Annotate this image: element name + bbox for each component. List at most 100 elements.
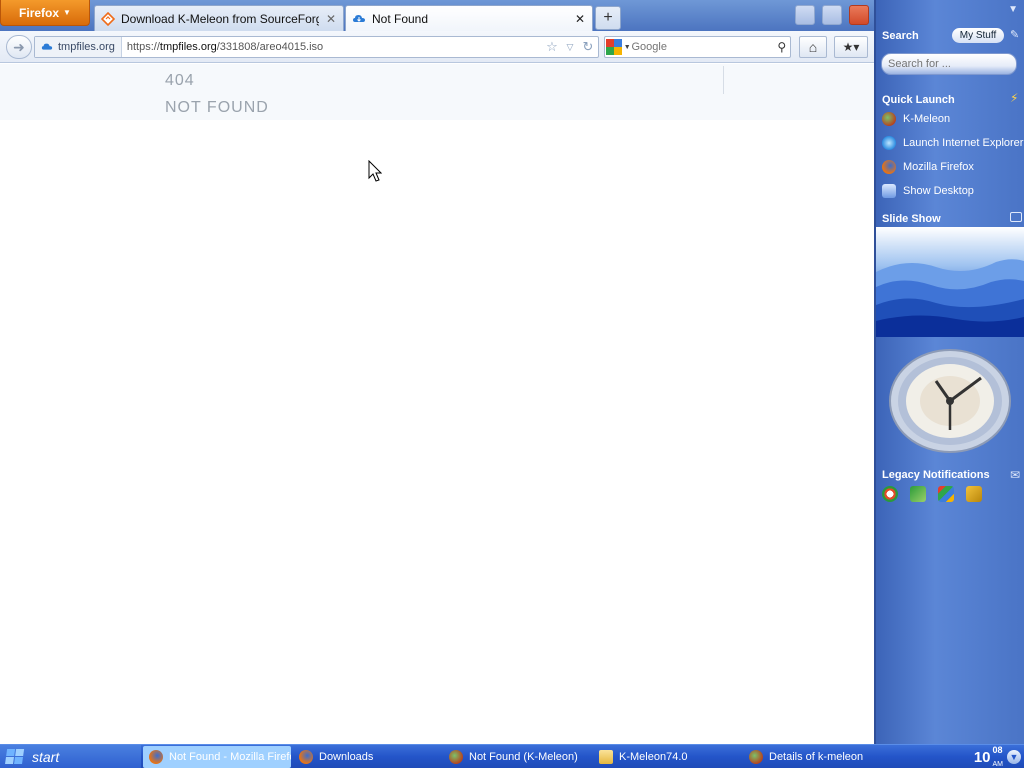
windows-logo-icon [5, 749, 25, 765]
folder-icon [599, 750, 613, 764]
cloud-icon [41, 41, 53, 53]
browser-window: Firefox ▼ Download K-Meleon from SourceF… [0, 0, 874, 744]
navigation-bar: ➜ tmpfiles.org https://tmpfiles.org/3318… [0, 31, 874, 63]
quick-launch-label: Mozilla Firefox [903, 161, 974, 173]
clock-minute-block: 08 AM [993, 746, 1004, 768]
divider [723, 66, 724, 94]
start-button[interactable]: start [0, 745, 141, 768]
windows-update-icon[interactable] [938, 486, 954, 502]
dropdown-arrow-icon: ▼ [623, 43, 631, 51]
taskbar-item-downloads[interactable]: Downloads [293, 746, 439, 768]
maximize-button[interactable] [822, 5, 842, 25]
tab-label: Not Found [372, 11, 429, 26]
desktop-icon [882, 184, 896, 198]
slideshow-title: Slide Show [882, 213, 941, 225]
clock-minutes: 08 [992, 745, 1003, 755]
mouse-cursor-icon [368, 160, 382, 182]
taskbar: start Not Found - Mozilla Firefox Downlo… [0, 744, 1024, 768]
star-icon[interactable]: ☆ [544, 39, 560, 55]
identity-label: tmpfiles.org [58, 41, 115, 53]
camera-icon[interactable] [1010, 212, 1022, 222]
error-message: NOT FOUND [165, 99, 269, 116]
my-stuff-button[interactable]: My Stuff [952, 28, 1004, 43]
close-icon[interactable]: ✕ [574, 12, 586, 26]
sidebar-search-input[interactable] [881, 53, 1017, 75]
taskbar-item-folder[interactable]: K-Meleon74.0 [593, 746, 741, 768]
windows-sidebar: ▼ Search My Stuff ✎ Quick Launch ⚡ K-Mel… [874, 0, 1024, 744]
firefox-icon [299, 750, 313, 764]
firefox-menu-button[interactable]: Firefox ▼ [0, 0, 90, 26]
ie-icon [882, 136, 896, 150]
url-bar[interactable]: tmpfiles.org https://tmpfiles.org/331808… [34, 36, 599, 58]
slideshow-image[interactable] [876, 227, 1024, 337]
kmeleon-icon [449, 750, 463, 764]
analog-clock-icon [889, 349, 1011, 453]
security-key-icon[interactable] [966, 486, 982, 502]
history-dropdown-icon[interactable]: ▽ [562, 42, 578, 53]
close-window-button[interactable] [849, 5, 869, 25]
clock-hour: 10 [973, 748, 991, 766]
sourceforge-icon [100, 11, 116, 26]
url-text[interactable]: https://tmpfiles.org/331808/areo4015.iso [122, 41, 544, 53]
taskbar-item-kmeleon[interactable]: Not Found (K-Meleon) [443, 746, 591, 768]
page-content: 404 NOT FOUND [0, 64, 874, 744]
tab-sourceforge[interactable]: Download K-Meleon from SourceForge.net ✕ [94, 5, 344, 31]
url-path: /331808/areo4015.iso [216, 41, 324, 53]
quick-launch-firefox[interactable]: Mozilla Firefox [882, 157, 1024, 177]
quick-launch-title: Quick Launch [882, 94, 955, 106]
close-icon[interactable]: ✕ [325, 12, 337, 26]
quick-launch-label: K-Meleon [903, 113, 951, 125]
reload-icon[interactable]: ↻ [580, 39, 596, 55]
firefox-icon [882, 160, 896, 174]
clock-ampm: AM [992, 761, 1004, 768]
taskbar-item-firefox[interactable]: Not Found - Mozilla Firefox [143, 746, 291, 768]
legacy-notifications-title: Legacy Notifications [882, 469, 990, 481]
quick-launch-kmeleon[interactable]: K-Meleon [882, 109, 1024, 129]
firefox-menu-label: Firefox [19, 5, 60, 20]
start-label: start [32, 749, 60, 765]
cloud-icon [352, 12, 366, 26]
task-label: Not Found - Mozilla Firefox [169, 751, 291, 763]
quick-launch-show-desktop[interactable]: Show Desktop [882, 181, 1024, 201]
home-button[interactable]: ⌂ [799, 36, 827, 58]
site-identity-button[interactable]: tmpfiles.org [35, 37, 122, 57]
system-tray: 10 08 AM ▼ [968, 745, 1024, 768]
task-label: Not Found (K-Meleon) [469, 751, 578, 763]
bookmarks-icon: ★▾ [842, 40, 860, 54]
task-label: Downloads [319, 751, 374, 763]
wrench-icon[interactable]: ✎ [1010, 28, 1019, 41]
title-bar: Firefox ▼ Download K-Meleon from SourceF… [0, 0, 874, 31]
kmeleon-icon [749, 750, 763, 764]
back-button[interactable]: ➜ [6, 35, 32, 59]
antivirus-icon[interactable] [882, 486, 898, 502]
bookmarks-button[interactable]: ★▾ [834, 36, 868, 58]
kmeleon-icon [882, 112, 896, 126]
quick-launch-label: Launch Internet Explorer Browser [903, 137, 1024, 149]
network-icon[interactable] [910, 486, 926, 502]
search-icon[interactable]: ⚲ [773, 40, 790, 54]
notifications-icon[interactable]: ✉ [1010, 468, 1020, 482]
chevron-down-icon[interactable]: ▼ [1007, 750, 1021, 764]
task-label: K-Meleon74.0 [619, 751, 688, 763]
task-label: Details of k-meleon [769, 751, 864, 763]
chevron-down-icon[interactable]: ▼ [1008, 4, 1018, 15]
tab-not-found[interactable]: Not Found ✕ [345, 5, 593, 31]
minimize-button[interactable] [795, 5, 815, 25]
search-engine-button[interactable]: ▼ [605, 39, 631, 55]
google-icon [605, 39, 622, 55]
tab-label: Download K-Meleon from SourceForge.net [121, 11, 319, 26]
url-prefix: https:// [126, 41, 160, 53]
firefox-icon [149, 750, 163, 764]
quick-launch-label: Show Desktop [903, 185, 974, 197]
search-bar[interactable]: ▼ ⚲ [604, 36, 791, 58]
error-code: 404 [165, 72, 195, 89]
dropdown-arrow-icon: ▼ [63, 8, 71, 17]
lightning-icon: ⚡ [1010, 91, 1019, 105]
new-tab-button[interactable]: + [595, 6, 621, 30]
url-domain: tmpfiles.org [159, 41, 217, 53]
back-arrow-icon: ➜ [13, 38, 25, 55]
search-input[interactable] [631, 41, 774, 53]
quick-launch-ie[interactable]: Launch Internet Explorer Browser [882, 133, 1024, 153]
error-header: 404 NOT FOUND [0, 64, 874, 120]
taskbar-item-details[interactable]: Details of k-meleon [743, 746, 891, 768]
